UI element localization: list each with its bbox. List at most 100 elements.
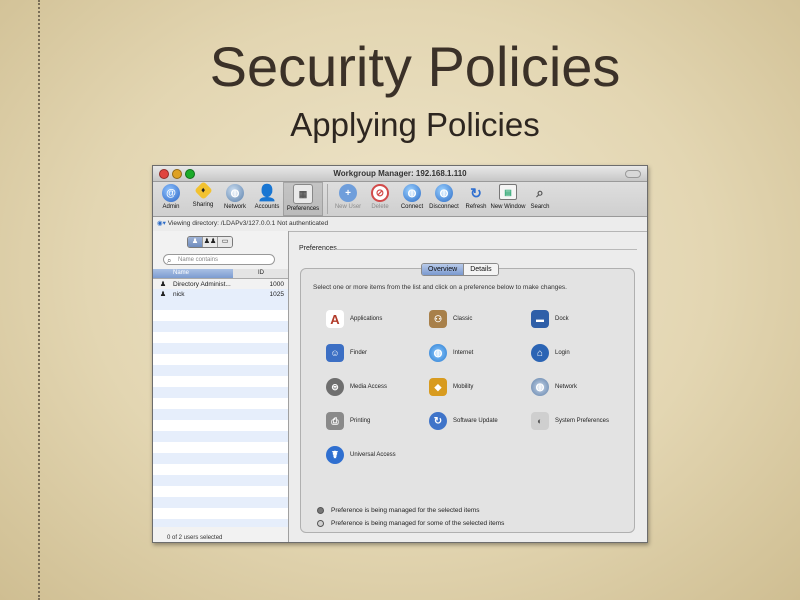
refresh-button-label: Refresh: [465, 204, 487, 210]
tab-details[interactable]: Details: [464, 264, 498, 275]
pref-label: Login: [555, 350, 570, 356]
preferences-button-label: Preferences: [286, 206, 320, 212]
search-icon: ⌕: [536, 185, 544, 200]
delete-icon: ⊘: [371, 184, 389, 202]
pref-mobility[interactable]: ◆ Mobility: [429, 378, 473, 396]
new-user-button-label: New User: [334, 204, 362, 210]
pref-label: Printing: [350, 418, 371, 424]
window-title: Workgroup Manager: 192.168.1.110: [333, 169, 467, 178]
users-tab[interactable]: ♟: [188, 237, 203, 247]
sharing-button[interactable]: ♦ Sharing: [187, 181, 219, 216]
workgroup-manager-window: Workgroup Manager: 192.168.1.110 @ Admin…: [152, 165, 648, 543]
table-row[interactable]: ♟ Directory Administ... 1000: [153, 279, 288, 289]
pref-classic[interactable]: ⚇ Classic: [429, 310, 472, 328]
internet-icon: ◍: [429, 344, 447, 362]
legend-text: Preference is being managed for the sele…: [331, 507, 480, 514]
legend-managed: Preference is being managed for the sele…: [317, 507, 480, 514]
network-button[interactable]: ◍ Network: [219, 182, 251, 216]
globe-admin-icon: @: [162, 184, 180, 202]
system-preferences-icon: ◐: [531, 412, 549, 430]
accounts-button-label: Accounts: [254, 204, 280, 210]
user-rows: ♟ Directory Administ... 1000 ♟ nick 1025: [153, 279, 288, 299]
pref-dock[interactable]: ▬ Dock: [531, 310, 569, 328]
preferences-instruction: Select one or more items from the list a…: [313, 284, 567, 291]
pref-printing[interactable]: ⎙ Printing: [326, 412, 370, 430]
pref-finder[interactable]: ☺ Finder: [326, 344, 367, 362]
login-icon: ⌂: [531, 344, 549, 362]
plus-icon: +: [339, 184, 357, 202]
media-access-icon: ⊜: [326, 378, 344, 396]
accounts-button[interactable]: 👤 Accounts: [251, 182, 283, 216]
pref-label: Finder: [350, 350, 368, 356]
network-globe-icon: ◍: [226, 184, 244, 202]
slide-subtitle: Applying Policies: [290, 106, 540, 143]
admin-button[interactable]: @ Admin: [155, 182, 187, 216]
preferences-tabs: Overview Details: [421, 263, 499, 276]
preferences-button[interactable]: ▦ Preferences: [283, 182, 323, 216]
new-user-button[interactable]: + New User: [332, 182, 364, 216]
groups-tab[interactable]: ♟♟: [203, 237, 218, 247]
pref-label: Internet: [453, 350, 474, 356]
new-window-button-label: New Window: [490, 204, 526, 210]
tab-overview[interactable]: Overview: [422, 264, 465, 275]
toolbar-toggle-button[interactable]: [625, 170, 641, 178]
pref-universal-access[interactable]: ☤ Universal Access: [326, 446, 396, 464]
id-column-header[interactable]: ID: [233, 269, 288, 278]
name-column-header[interactable]: Name: [153, 269, 233, 278]
connect-globe-icon: ◍: [403, 184, 421, 202]
directory-globe-icon: ◉▾: [157, 220, 166, 227]
universal-access-icon: ☤: [326, 446, 344, 464]
network-button-label: Network: [223, 204, 246, 210]
preferences-pane: Preferences Overview Details Select one …: [289, 231, 647, 542]
pref-label: Software Update: [453, 418, 498, 424]
computers-tab[interactable]: ▭: [218, 237, 232, 247]
pref-software-update[interactable]: ↻ Software Update: [429, 412, 498, 430]
search-button[interactable]: ⌕ Search: [524, 182, 556, 216]
partially-managed-indicator-icon: [317, 520, 324, 527]
pref-applications[interactable]: A Applications: [326, 310, 382, 328]
account-type-selector: ♟ ♟♟ ▭: [187, 236, 233, 248]
preferences-divider: [335, 249, 637, 250]
preferences-heading: Preferences: [299, 245, 337, 252]
pref-label: Classic: [453, 316, 473, 322]
user-list-pane: ♟ ♟♟ ▭ ⌕ Name contains Name ID ♟ Directo…: [153, 231, 289, 542]
pref-login[interactable]: ⌂ Login: [531, 344, 570, 362]
delete-button[interactable]: ⊘ Delete: [364, 182, 396, 216]
connect-button[interactable]: ◍ Connect: [396, 182, 428, 216]
selection-status: 0 of 2 users selected: [167, 535, 223, 541]
mobility-icon: ◆: [429, 378, 447, 396]
pref-system-preferences[interactable]: ◐ System Preferences: [531, 412, 609, 430]
new-window-icon: ▤: [499, 184, 517, 200]
slide-title: Security Policies: [209, 35, 621, 98]
user-id: 1000: [269, 280, 284, 288]
legend-text: Preference is being managed for some of …: [331, 520, 505, 527]
user-icon: ♟: [191, 238, 199, 245]
name-filter-input[interactable]: ⌕ Name contains: [163, 254, 275, 265]
list-header: Name ID: [153, 269, 288, 279]
directory-bar[interactable]: ◉▾ Viewing directory: /LDAPv3/127.0.0.1 …: [153, 217, 647, 232]
refresh-button[interactable]: ↻ Refresh: [460, 182, 492, 216]
preferences-panel-icon: ▦: [293, 184, 313, 204]
sharing-sign-icon: ♦: [193, 181, 213, 200]
disconnect-button[interactable]: ◍ Disconnect: [428, 182, 460, 216]
preferences-panel: Select one or more items from the list a…: [300, 268, 635, 533]
connect-button-label: Connect: [400, 204, 424, 210]
accounts-person-icon: 👤: [257, 185, 277, 202]
pref-network[interactable]: ◍ Network: [531, 378, 577, 396]
user-icon: ♟: [159, 291, 167, 298]
table-row[interactable]: ♟ nick 1025: [153, 289, 288, 299]
empty-list-area: [153, 299, 288, 527]
pref-label: Network: [555, 384, 578, 390]
pref-media-access[interactable]: ⊜ Media Access: [326, 378, 387, 396]
user-icon: ♟: [159, 281, 167, 288]
pref-label: Dock: [555, 316, 569, 322]
pref-label: Mobility: [453, 384, 474, 390]
legend-partially-managed: Preference is being managed for some of …: [317, 520, 504, 527]
printing-icon: ⎙: [326, 412, 344, 430]
window-titlebar[interactable]: Workgroup Manager: 192.168.1.110: [153, 166, 647, 182]
new-window-button[interactable]: ▤ New Window: [490, 182, 526, 216]
group-icon: ♟♟: [203, 238, 217, 245]
refresh-icon: ↻: [470, 184, 482, 201]
toolbar: @ Admin ♦ Sharing ◍ Network 👤 Accounts ▦…: [153, 181, 647, 217]
pref-internet[interactable]: ◍ Internet: [429, 344, 473, 362]
